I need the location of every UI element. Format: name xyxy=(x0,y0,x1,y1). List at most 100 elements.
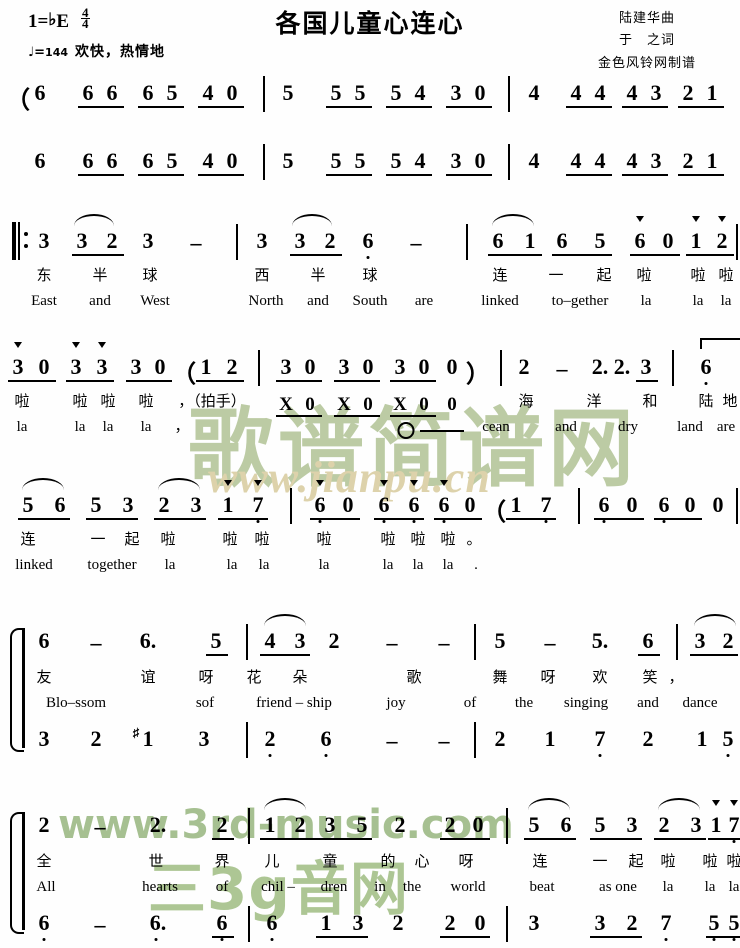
octave-dot-low xyxy=(382,520,386,523)
beam xyxy=(566,174,612,176)
sustain-dash: – xyxy=(438,728,450,753)
lyric-en: to–gether xyxy=(551,293,609,309)
note: 0 xyxy=(342,492,354,517)
lyric-en: la xyxy=(140,419,152,435)
lyric-en: la xyxy=(720,293,732,309)
lyric-en: linked xyxy=(15,557,53,573)
note: 3 xyxy=(38,228,50,253)
note: 6 xyxy=(408,492,420,517)
sustain-dash: – xyxy=(544,630,556,655)
phrase-bracket xyxy=(700,338,740,349)
tempo-bpm: 144 xyxy=(45,46,69,59)
lyric-cn: 啦 xyxy=(72,392,88,410)
octave-dot-low xyxy=(442,520,446,523)
intro-system-2: 6 6 6 6 5 4 0 5 5 5 5 4 3 0 4 4 4 4 3 2 … xyxy=(0,144,740,190)
o-vowel-circle xyxy=(397,422,415,439)
beam xyxy=(72,254,124,256)
key-signature: 1=♭E 4 4 xyxy=(28,6,90,33)
slur xyxy=(264,614,306,626)
lyric-cn: 谊 xyxy=(140,668,156,686)
lyric-cn: 。 xyxy=(466,530,482,548)
staccato-mark xyxy=(730,800,738,806)
lyric-en: East xyxy=(31,293,57,309)
system-5: 2 – 2. 2 1 2 3 5 2 2 0 5 6 5 3 2 3 1 7 全… xyxy=(0,798,740,942)
lyric-en: North xyxy=(248,293,284,309)
note-lower: 1 xyxy=(544,726,556,751)
lyric-en: la xyxy=(102,419,114,435)
staccato-mark xyxy=(712,800,720,806)
note: 3 xyxy=(76,228,88,253)
slur xyxy=(158,478,200,490)
note-upper: 2 xyxy=(294,812,306,837)
note: 1 xyxy=(524,228,536,253)
lyric-cn: 西 xyxy=(254,266,270,284)
beam xyxy=(708,838,740,840)
lyric-row-en: All hearts of chil – dren in the world b… xyxy=(0,880,740,906)
clap-beat: 0 xyxy=(305,394,315,415)
barline xyxy=(506,808,508,844)
note: 0 xyxy=(662,228,674,253)
system-4-upper-right: 5 – 5. 6 3 2 xyxy=(0,614,740,666)
lyric-cn-clap: ，（拍手） xyxy=(178,392,246,410)
slur xyxy=(492,214,534,226)
note: 2 xyxy=(324,228,336,253)
note-upper: 0 xyxy=(472,812,484,837)
beam xyxy=(310,518,360,520)
lyric-cn: 啦 xyxy=(636,266,652,284)
note-upper: 2 xyxy=(444,812,456,837)
tempo-equals: = xyxy=(34,45,46,60)
repeat-start-sign xyxy=(12,222,30,260)
lyric-en: in xyxy=(374,879,386,895)
note: 4 xyxy=(594,148,606,173)
lyric-row-cn: 啦 啦 啦 啦 ，（拍手） X 0 X 0 X 0 0 海 洋 和 陆 地 xyxy=(0,394,740,420)
lyric-cn: 全 xyxy=(36,852,52,870)
octave-dot-low xyxy=(154,938,158,941)
lyric-cn: 呀 xyxy=(198,668,214,686)
sustain-dash: – xyxy=(190,230,202,255)
barline xyxy=(736,488,738,524)
staccato-mark xyxy=(440,480,448,486)
note-lower: 2 xyxy=(626,910,638,935)
lyric-en: together xyxy=(87,557,137,573)
note-row: 3 3 2 3 – 3 3 2 6 – 6 1 6 5 6 0 1 2 xyxy=(0,214,740,266)
lyric-cn: 东 xyxy=(36,266,52,284)
lyric-en: world xyxy=(450,879,486,895)
note-row: 5 6 5 3 2 3 1 7 6 0 6 6 6 0 （ 1 7 6 0 6 … xyxy=(0,478,740,530)
note: 1 xyxy=(706,148,718,173)
beam xyxy=(260,838,372,840)
lyric-en: chil – xyxy=(261,879,295,895)
note: 5 xyxy=(90,492,102,517)
tempo-marking: ♩=144 欢快，热情地 xyxy=(28,41,165,61)
beam xyxy=(386,174,432,176)
staccato-mark xyxy=(636,216,644,222)
note-lower: 6 xyxy=(266,910,278,935)
beam xyxy=(686,254,734,256)
barline xyxy=(290,488,292,524)
note-upper: 6 xyxy=(560,812,572,837)
open-paren: （ xyxy=(482,500,506,526)
lyric-row-en: East and West North and South are linked… xyxy=(0,294,740,320)
note: 6 xyxy=(492,228,504,253)
clap-beat: X xyxy=(279,394,293,415)
octave-dot-low xyxy=(598,754,602,757)
note: 6 xyxy=(54,492,66,517)
beam xyxy=(198,174,244,176)
lyric-en: as one xyxy=(599,879,637,895)
lyric-cn: 啦 xyxy=(160,530,176,548)
lyric-cn: 花 xyxy=(246,668,262,686)
beam xyxy=(86,518,138,520)
lyric-en: la xyxy=(318,557,330,573)
note-lower: 2 xyxy=(264,726,276,751)
note: 5 xyxy=(330,148,342,173)
beam xyxy=(678,174,724,176)
lyric-en: and xyxy=(637,695,659,711)
time-denominator: 4 xyxy=(82,16,89,32)
note: 2 xyxy=(716,228,728,253)
lyric-cn: 呀 xyxy=(540,668,556,686)
beam xyxy=(212,838,234,840)
note: 5 xyxy=(594,228,606,253)
credit-composer: 陆建华曲 xyxy=(618,11,675,26)
beam xyxy=(654,838,706,840)
note: 6 xyxy=(34,148,46,173)
lyric-en: la xyxy=(704,879,716,895)
